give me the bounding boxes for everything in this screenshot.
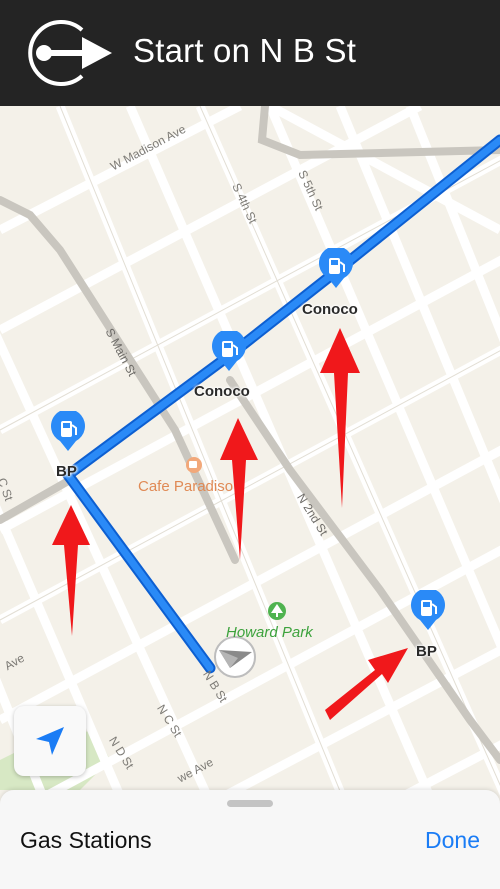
- gas-station-label-conoco-east[interactable]: Conoco: [302, 301, 358, 318]
- navigation-banner: Start on N B St: [0, 0, 500, 106]
- start-route-arrow-icon: [28, 20, 112, 86]
- tracking-button[interactable]: [14, 706, 86, 776]
- fuel-pump-icon: [212, 331, 246, 371]
- gas-station-pin-conoco-west[interactable]: [211, 331, 247, 373]
- fuel-pump-icon: [51, 411, 85, 451]
- fuel-pump-icon: [319, 248, 353, 288]
- gas-station-pin-conoco-east[interactable]: [318, 248, 354, 290]
- park-icon: [268, 602, 286, 620]
- cafe-icon: [186, 457, 202, 473]
- gas-station-label-conoco-west[interactable]: Conoco: [194, 383, 250, 400]
- gas-station-pin-bp-west[interactable]: [50, 411, 86, 453]
- location-arrow-icon: [36, 727, 64, 755]
- gas-station-pin-bp-east[interactable]: [410, 590, 446, 632]
- sheet-title: Gas Stations: [20, 827, 152, 853]
- instruction-text: Start on N B St: [133, 32, 357, 69]
- place-label-cafe[interactable]: Cafe Paradiso: [138, 478, 233, 495]
- gas-station-label-bp-west[interactable]: BP: [56, 463, 77, 480]
- place-label-park[interactable]: Howard Park: [226, 624, 313, 641]
- done-button[interactable]: Done: [425, 827, 480, 854]
- bottom-sheet: Gas Stations Done: [0, 790, 500, 889]
- fuel-pump-icon: [411, 590, 445, 630]
- gas-station-label-bp-east[interactable]: BP: [416, 643, 437, 660]
- current-location-puck: [214, 636, 256, 678]
- sheet-grabber[interactable]: [227, 800, 273, 807]
